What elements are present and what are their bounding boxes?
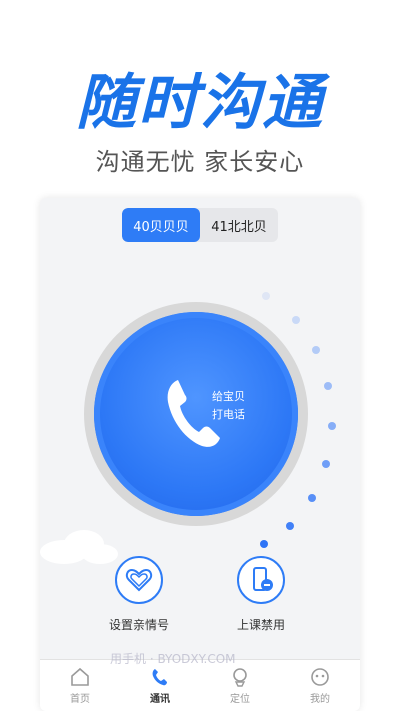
- family-number-feature[interactable]: 设置亲情号: [94, 556, 184, 633]
- device-tab-2[interactable]: 41北北贝: [200, 208, 278, 242]
- heart-icon: [125, 568, 153, 592]
- feature-ring[interactable]: [115, 556, 163, 604]
- home-icon: [71, 667, 89, 686]
- call-icon: [152, 669, 167, 686]
- progress-dot: [312, 346, 320, 354]
- progress-dot: [292, 316, 300, 324]
- feature-ring[interactable]: [237, 556, 285, 604]
- phone-screen: 40贝贝贝 41北北贝 给宝贝 打电话 设置亲情号 上课禁用 首页 通讯 定位 …: [40, 198, 360, 711]
- progress-dot: [262, 292, 270, 300]
- tab-location[interactable]: 定位: [200, 660, 280, 711]
- tab-label: 我的: [310, 694, 330, 705]
- call-button[interactable]: 给宝贝 打电话: [94, 312, 298, 516]
- progress-dot: [328, 422, 336, 430]
- tab-home[interactable]: 首页: [40, 660, 120, 711]
- phone-block-icon: [253, 567, 273, 591]
- tab-label: 定位: [230, 694, 250, 705]
- call-dial[interactable]: 给宝贝 打电话: [84, 302, 308, 526]
- feature-label: 上课禁用: [236, 618, 285, 632]
- tab-contact[interactable]: 通讯: [120, 660, 200, 711]
- call-text-line1: 给宝贝: [212, 390, 245, 403]
- tab-profile[interactable]: 我的: [280, 660, 360, 711]
- class-disable-feature[interactable]: 上课禁用: [216, 556, 306, 633]
- profile-icon: [311, 668, 329, 686]
- call-text-line2: 打电话: [212, 408, 245, 421]
- location-icon: [233, 668, 247, 687]
- tab-label: 首页: [70, 694, 90, 705]
- progress-dot: [322, 460, 330, 468]
- banner-subtitle: 沟通无忧 家长安心: [95, 148, 305, 176]
- banner-title: 随时沟通: [76, 68, 324, 138]
- tab-label: 通讯: [150, 694, 170, 705]
- watermark: 用手机 · BYODXY.COM: [110, 652, 236, 666]
- progress-dot: [286, 522, 294, 530]
- device-tab-1[interactable]: 40贝贝贝: [122, 208, 200, 242]
- progress-dot: [260, 540, 268, 548]
- progress-dot: [308, 494, 316, 502]
- progress-dot: [324, 382, 332, 390]
- call-text: 给宝贝 打电话: [212, 388, 245, 424]
- device-tabs: 40贝贝贝 41北北贝: [122, 208, 278, 242]
- feature-label: 设置亲情号: [108, 618, 169, 632]
